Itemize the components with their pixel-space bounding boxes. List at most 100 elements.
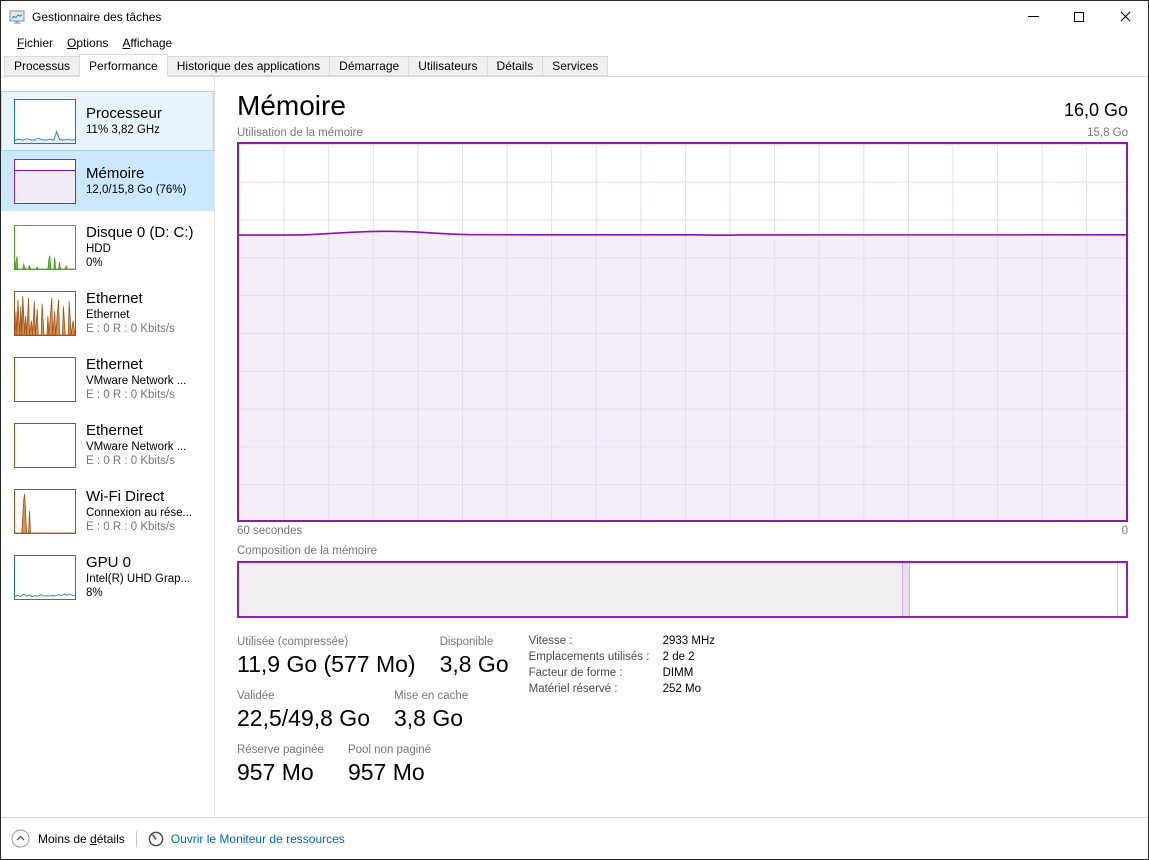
sidebar-item-title: Wi-Fi Direct: [86, 488, 192, 506]
page-title: Mémoire: [237, 89, 346, 123]
tab-demarrage[interactable]: Démarrage: [329, 56, 409, 76]
ethernet-thumbnail-graph: [14, 357, 76, 402]
resource-monitor-gauge-icon: [148, 831, 164, 847]
footer-divider: [136, 831, 137, 847]
stat-used: Utilisée (compressée) 11,9 Go (577 Mo): [237, 635, 416, 678]
sidebar-item-stat: 0%: [86, 256, 194, 270]
time-span-label: 60 secondes: [237, 525, 302, 537]
stat-label: Disponible: [440, 635, 509, 650]
less-details-label-part: d: [90, 832, 97, 846]
less-details-label-part: Moins de: [38, 832, 90, 846]
menu-fichier[interactable]: Fichier: [10, 34, 60, 52]
sidebar-item-ethernet-2[interactable]: Ethernet VMware Network ... E : 0 R : 0 …: [1, 349, 214, 409]
memory-thumbnail-graph: [14, 159, 76, 204]
maximize-button[interactable]: [1056, 1, 1102, 32]
sidebar-item-stat: E : 0 R : 0 Kbits/s: [86, 454, 186, 468]
stat-committed: Validée 22,5/49,8 Go: [237, 689, 370, 732]
sidebar-item-ethernet-1[interactable]: Ethernet Ethernet E : 0 R : 0 Kbits/s: [1, 283, 214, 343]
sidebar-item-title: Disque 0 (D: C:): [86, 224, 194, 242]
detail-value: 2 de 2: [663, 651, 715, 663]
composition-segment-in-use: [239, 563, 903, 616]
minimize-icon: [1028, 16, 1039, 17]
tab-strip: Processus Performance Historique des app…: [1, 53, 1148, 77]
stat-label: Réserve paginée: [237, 743, 324, 758]
stat-cached: Mise en cache 3,8 Go: [394, 689, 468, 732]
sidebar-item-stat: 12,0/15,8 Go (76%): [86, 183, 186, 197]
stat-value: 3,8 Go: [394, 704, 468, 732]
sidebar-item-stat: Ethernet: [86, 308, 175, 322]
menu-bar: Fichier Options Affichage: [1, 32, 1148, 53]
less-details-label-part: étails: [97, 832, 125, 846]
stat-value: 3,8 Go: [440, 650, 509, 678]
tab-processus[interactable]: Processus: [4, 56, 80, 76]
sidebar-item-title: Ethernet: [86, 290, 175, 308]
memory-stats: Utilisée (compressée) 11,9 Go (577 Mo) D…: [237, 635, 1128, 797]
menu-label-part: O: [67, 36, 76, 50]
stat-value: 957 Mo: [348, 758, 431, 786]
maximize-icon: [1074, 12, 1084, 22]
title-bar[interactable]: Gestionnaire des tâches: [1, 1, 1148, 32]
stat-label: Pool non paginé: [348, 743, 431, 758]
sidebar-item-stat: E : 0 R : 0 Kbits/s: [86, 388, 186, 402]
tab-details[interactable]: Détails: [487, 56, 544, 76]
sidebar-item-memory[interactable]: Mémoire 12,0/15,8 Go (76%): [1, 151, 214, 211]
less-details-button[interactable]: Moins de détails: [38, 832, 125, 846]
detail-value: 252 Mo: [663, 683, 715, 695]
ethernet-thumbnail-graph: [14, 291, 76, 336]
menu-options[interactable]: Options: [60, 34, 115, 52]
sidebar-item-ethernet-3[interactable]: Ethernet VMware Network ... E : 0 R : 0 …: [1, 415, 214, 475]
task-manager-app-icon: [9, 9, 25, 25]
sidebar-item-stat: HDD: [86, 242, 194, 256]
disk-thumbnail-graph: [14, 225, 76, 270]
wifi-direct-thumbnail-graph: [14, 489, 76, 534]
sidebar-item-stat: Connexion au rése...: [86, 506, 192, 520]
sidebar-item-stat: 11% 3,82 GHz: [86, 123, 162, 137]
sidebar-item-gpu0[interactable]: GPU 0 Intel(R) UHD Grap... 8%: [1, 547, 214, 607]
sidebar-item-wifi-direct[interactable]: Wi-Fi Direct Connexion au rése... E : 0 …: [1, 481, 214, 541]
stat-label: Utilisée (compressée): [237, 635, 416, 650]
composition-segment-free-divider: [1117, 563, 1118, 616]
menu-label-part: ichier: [24, 36, 53, 50]
sidebar-item-title: Ethernet: [86, 356, 186, 374]
footer-bar: Moins de détails Ouvrir le Moniteur de r…: [1, 817, 1148, 859]
detail-label: Emplacements utilisés :: [529, 651, 659, 663]
sidebar-item-cpu[interactable]: Processeur 11% 3,82 GHz: [1, 91, 214, 151]
usage-chart-label: Utilisation de la mémoire: [237, 127, 363, 139]
detail-label: Vitesse :: [529, 635, 659, 647]
sidebar-item-title: Ethernet: [86, 422, 186, 440]
memory-panel: Mémoire 16,0 Go Utilisation de la mémoir…: [215, 77, 1148, 818]
menu-affichage[interactable]: Affichage: [115, 34, 179, 52]
chevron-up-circle-icon: [11, 829, 30, 848]
detail-label: Facteur de forme :: [529, 667, 659, 679]
usage-chart-max: 15,8 Go: [1087, 127, 1128, 139]
stat-label: Validée: [237, 689, 370, 704]
gpu-thumbnail-graph: [14, 555, 76, 600]
menu-label-part: ffichage: [130, 36, 172, 50]
time-zero-label: 0: [1122, 525, 1128, 537]
sidebar-item-stat: VMware Network ...: [86, 440, 186, 454]
composition-segment-modified: [903, 563, 910, 616]
stat-non-paged-pool: Pool non paginé 957 Mo: [348, 743, 431, 786]
sidebar-item-stat: E : 0 R : 0 Kbits/s: [86, 520, 192, 534]
composition-label: Composition de la mémoire: [237, 545, 1128, 557]
tab-historique-applications[interactable]: Historique des applications: [167, 56, 330, 76]
memory-usage-line: [239, 144, 1126, 520]
memory-capacity: 16,0 Go: [1064, 100, 1128, 123]
close-button[interactable]: [1102, 1, 1148, 32]
sidebar-item-disk0[interactable]: Disque 0 (D: C:) HDD 0%: [1, 217, 214, 277]
sidebar-item-title: Processeur: [86, 105, 162, 123]
stat-value: 957 Mo: [237, 758, 324, 786]
open-resource-monitor-link[interactable]: Ouvrir le Moniteur de ressources: [171, 832, 345, 846]
memory-composition-bar[interactable]: [237, 561, 1128, 618]
menu-label-part: ptions: [76, 36, 108, 50]
stat-available: Disponible 3,8 Go: [440, 635, 509, 678]
memory-usage-graph[interactable]: [237, 142, 1128, 522]
detail-value: DIMM: [663, 667, 715, 679]
memory-details-table: Vitesse : 2933 MHz Emplacements utilisés…: [529, 635, 715, 797]
tab-utilisateurs[interactable]: Utilisateurs: [408, 56, 487, 76]
tab-services[interactable]: Services: [542, 56, 608, 76]
ethernet-thumbnail-graph: [14, 423, 76, 468]
sidebar-item-stat: VMware Network ...: [86, 374, 186, 388]
minimize-button[interactable]: [1010, 1, 1056, 32]
tab-performance[interactable]: Performance: [79, 54, 168, 77]
